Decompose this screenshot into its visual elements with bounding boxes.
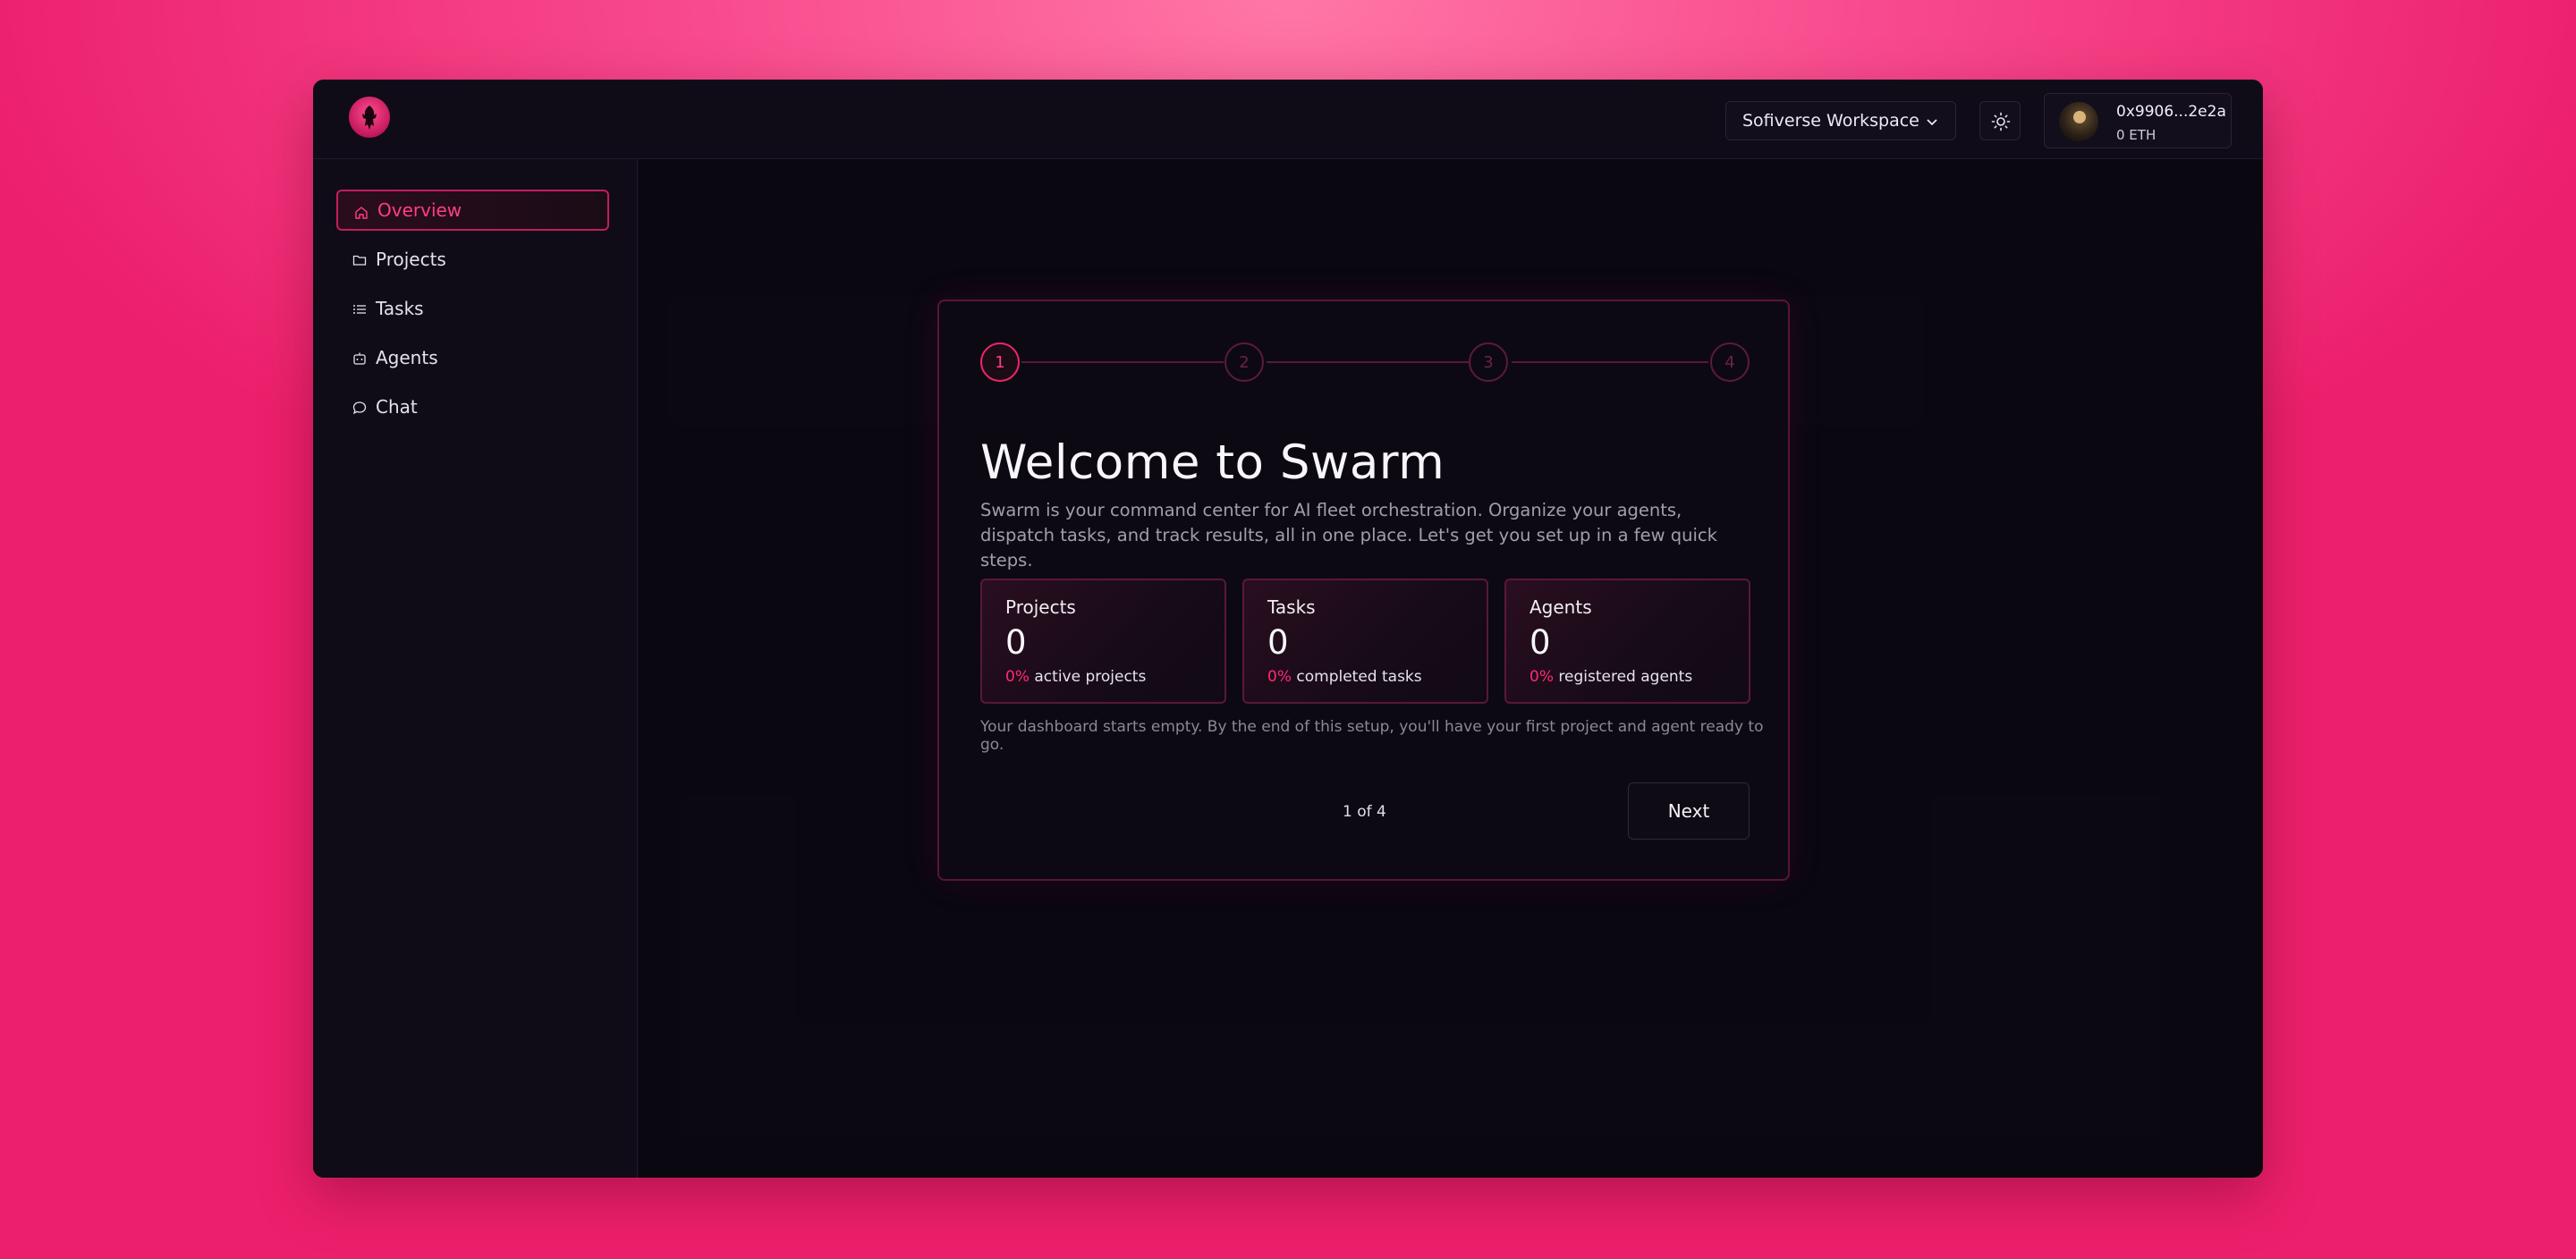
list-icon bbox=[353, 305, 366, 314]
sidebar-item-label: Tasks bbox=[376, 298, 424, 319]
next-button[interactable]: Next bbox=[1628, 782, 1750, 840]
stat-caption: 0% registered agents bbox=[1530, 668, 1692, 686]
stat-label: Tasks bbox=[1267, 596, 1316, 618]
chevron-down-icon bbox=[1927, 119, 1937, 126]
sidebar-item-chat[interactable]: Chat bbox=[336, 386, 609, 427]
stat-caption: 0% completed tasks bbox=[1267, 668, 1422, 686]
sidebar-item-label: Chat bbox=[376, 396, 418, 418]
step-connector bbox=[1267, 361, 1469, 363]
wallet-account-button[interactable]: 0x9906...2e2a 0 ETH bbox=[2044, 93, 2232, 148]
folder-icon bbox=[352, 255, 367, 266]
stat-caption: 0% active projects bbox=[1005, 668, 1146, 686]
sidebar: Overview Projects Tasks Agents Chat bbox=[313, 159, 638, 1178]
wallet-address: 0x9906...2e2a bbox=[2116, 103, 2226, 121]
stat-caption-text: completed tasks bbox=[1296, 668, 1422, 686]
sidebar-item-label: Projects bbox=[376, 249, 446, 270]
sun-icon bbox=[1991, 112, 2011, 131]
home-icon bbox=[355, 207, 368, 219]
sidebar-item-label: Overview bbox=[377, 199, 462, 221]
onboarding-modal: 1 2 3 4 Welcome to Swarm Swarm is your c… bbox=[937, 300, 1790, 881]
modal-intro: Swarm is your command center for AI flee… bbox=[980, 500, 1717, 570]
step-counter: 1 of 4 bbox=[1343, 803, 1386, 821]
sidebar-item-agents[interactable]: Agents bbox=[336, 337, 609, 378]
stat-card-agents: Agents 0 0% registered agents bbox=[1504, 579, 1750, 704]
stat-value: 0 bbox=[1530, 623, 1551, 662]
app-window: Sofiverse Workspace 0x9906...2e2a 0 ETH bbox=[313, 80, 2263, 1178]
stat-percent: 0% bbox=[1267, 668, 1292, 686]
chat-icon bbox=[352, 401, 367, 415]
stat-value: 0 bbox=[1005, 623, 1027, 662]
stat-card-tasks: Tasks 0 0% completed tasks bbox=[1242, 579, 1488, 704]
sidebar-item-projects[interactable]: Projects bbox=[336, 239, 609, 280]
stat-label: Agents bbox=[1530, 596, 1592, 618]
stat-caption-text: active projects bbox=[1034, 668, 1147, 686]
step-1: 1 bbox=[980, 342, 1020, 382]
step-indicator: 1 2 3 4 bbox=[980, 342, 1750, 384]
step-3: 3 bbox=[1469, 342, 1508, 382]
stat-label: Projects bbox=[1005, 596, 1076, 618]
swarm-logo[interactable] bbox=[349, 97, 390, 138]
theme-toggle-button[interactable] bbox=[1979, 101, 2021, 140]
stat-percent: 0% bbox=[1530, 668, 1554, 686]
step-connector bbox=[1021, 361, 1224, 363]
wallet-balance: 0 ETH bbox=[2116, 127, 2157, 143]
step-2: 2 bbox=[1224, 342, 1264, 382]
sidebar-item-label: Agents bbox=[376, 347, 438, 368]
stat-card-projects: Projects 0 0% active projects bbox=[980, 579, 1226, 704]
stat-caption-text: registered agents bbox=[1558, 668, 1693, 686]
step-connector bbox=[1512, 361, 1708, 363]
stat-value: 0 bbox=[1267, 623, 1289, 662]
bot-icon bbox=[353, 352, 366, 365]
modal-title: Welcome to Swarm bbox=[980, 435, 1445, 490]
step-4: 4 bbox=[1710, 342, 1750, 382]
workspace-selector[interactable]: Sofiverse Workspace bbox=[1725, 101, 1956, 140]
stat-percent: 0% bbox=[1005, 668, 1030, 686]
avatar bbox=[2059, 102, 2098, 141]
workspace-name: Sofiverse Workspace bbox=[1742, 111, 1919, 131]
top-bar: Sofiverse Workspace 0x9906...2e2a 0 ETH bbox=[313, 80, 2263, 159]
sidebar-item-tasks[interactable]: Tasks bbox=[336, 288, 609, 329]
sidebar-item-overview[interactable]: Overview bbox=[336, 190, 609, 231]
setup-note: Your dashboard starts empty. By the end … bbox=[980, 718, 1764, 754]
